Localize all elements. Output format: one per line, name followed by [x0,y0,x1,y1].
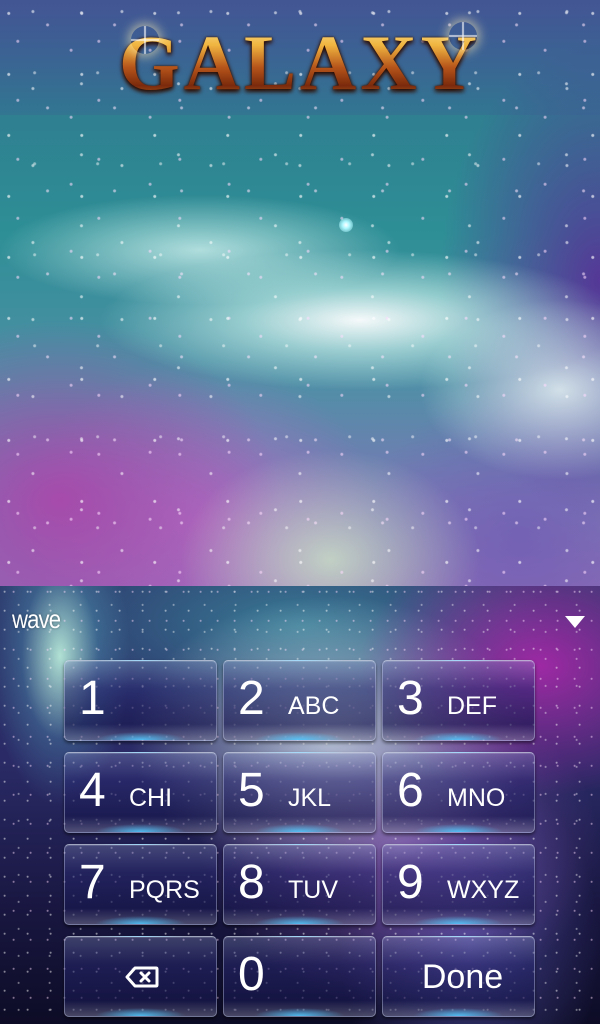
backspace-icon [125,966,159,988]
screen: GALAXY wave 1 2 ABC 3 DEF 4 CHI 5 JKL 6 … [0,0,600,1024]
key-digit: 1 [79,672,106,725]
key-digit: 6 [397,764,424,817]
key-6[interactable]: 6 MNO [382,752,535,833]
key-8[interactable]: 8 TUV [223,844,376,925]
key-digit: 2 [238,672,265,725]
key-digit: 4 [79,764,106,817]
key-letters: TUV [288,876,338,904]
key-9[interactable]: 9 WXYZ [382,844,535,925]
key-3[interactable]: 3 DEF [382,660,535,741]
key-0[interactable]: 0 [223,936,376,1017]
key-5[interactable]: 5 JKL [223,752,376,833]
key-letters: MNO [447,784,506,812]
chevron-down-icon[interactable] [565,616,585,628]
key-digit: 5 [238,764,265,817]
done-label: Done [421,958,504,996]
key-digit: 9 [397,856,424,909]
key-digit: 7 [79,856,106,909]
key-1[interactable]: 1 [64,660,217,741]
key-letters: PQRS [129,876,200,904]
key-letters: JKL [288,784,332,812]
key-digit: 3 [397,672,424,725]
key-letters: ABC [288,692,340,720]
key-2[interactable]: 2 ABC [223,660,376,741]
typed-text: wave [12,604,61,634]
galaxy-wallpaper: GALAXY [0,0,600,586]
theme-title: GALAXY [0,18,600,108]
key-letters: DEF [447,692,497,720]
backspace-button[interactable] [64,936,217,1017]
key-4[interactable]: 4 CHI [64,752,217,833]
sparkle-icon [131,26,159,54]
done-button[interactable]: Done [382,936,535,1017]
key-letters: CHI [129,784,173,812]
key-digit: 0 [238,948,265,1001]
key-7[interactable]: 7 PQRS [64,844,217,925]
dial-keyboard: wave 1 2 ABC 3 DEF 4 CHI 5 JKL 6 MNO 7 P… [0,586,600,1024]
key-digit: 8 [238,856,265,909]
key-letters: WXYZ [447,876,520,904]
sparkle-icon [449,22,477,50]
bright-star [339,218,353,232]
